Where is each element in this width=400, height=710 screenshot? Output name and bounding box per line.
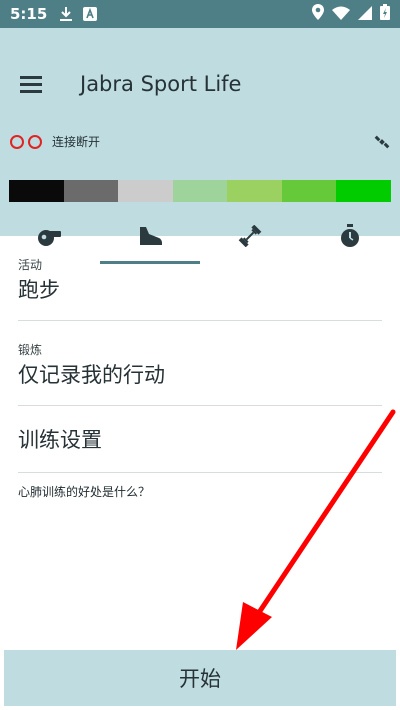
cardio-benefits-link[interactable]: 心肺训练的好处是什么？ [18,483,150,500]
status-time: 5:15 [10,5,48,23]
activity-value: 跑步 [18,278,60,302]
hamburger-menu-icon[interactable] [20,76,42,93]
app-header: Jabra Sport Life 连接断开 [0,28,400,264]
connection-status: 连接断开 [10,133,100,150]
zone-segment-7 [336,180,392,202]
battery-icon [380,4,390,24]
heart-rate-zone-bar [9,180,392,202]
signal-icon [358,5,372,24]
disconnected-ring-icon [28,134,42,149]
wifi-icon [332,5,350,24]
activity-item[interactable] [18,236,382,321]
zone-segment-5 [227,180,282,202]
zone-segment-2 [63,180,119,202]
start-button[interactable]: 开始 [4,650,396,706]
app-title: Jabra Sport Life [80,72,242,96]
connection-status-label: 连接断开 [52,135,101,149]
location-icon [312,4,324,24]
workout-value: 仅记录我的行动 [18,363,165,387]
download-icon [59,6,73,22]
training-settings-label: 训练设置 [18,428,102,452]
zone-segment-1 [9,180,64,202]
workout-caption: 锻炼 [18,343,43,357]
status-bar: 5:15 [0,0,400,28]
settings-list: 活动 跑步 锻炼 仅记录我的行动 训练设置 [18,236,382,473]
gps-satellite-icon [374,134,390,154]
zone-segment-4 [172,180,228,202]
activity-caption: 活动 [18,258,43,272]
app-notification-icon [83,7,98,21]
zone-segment-3 [118,180,173,202]
disconnected-ring-icon [10,134,24,149]
zone-segment-6 [281,180,337,202]
